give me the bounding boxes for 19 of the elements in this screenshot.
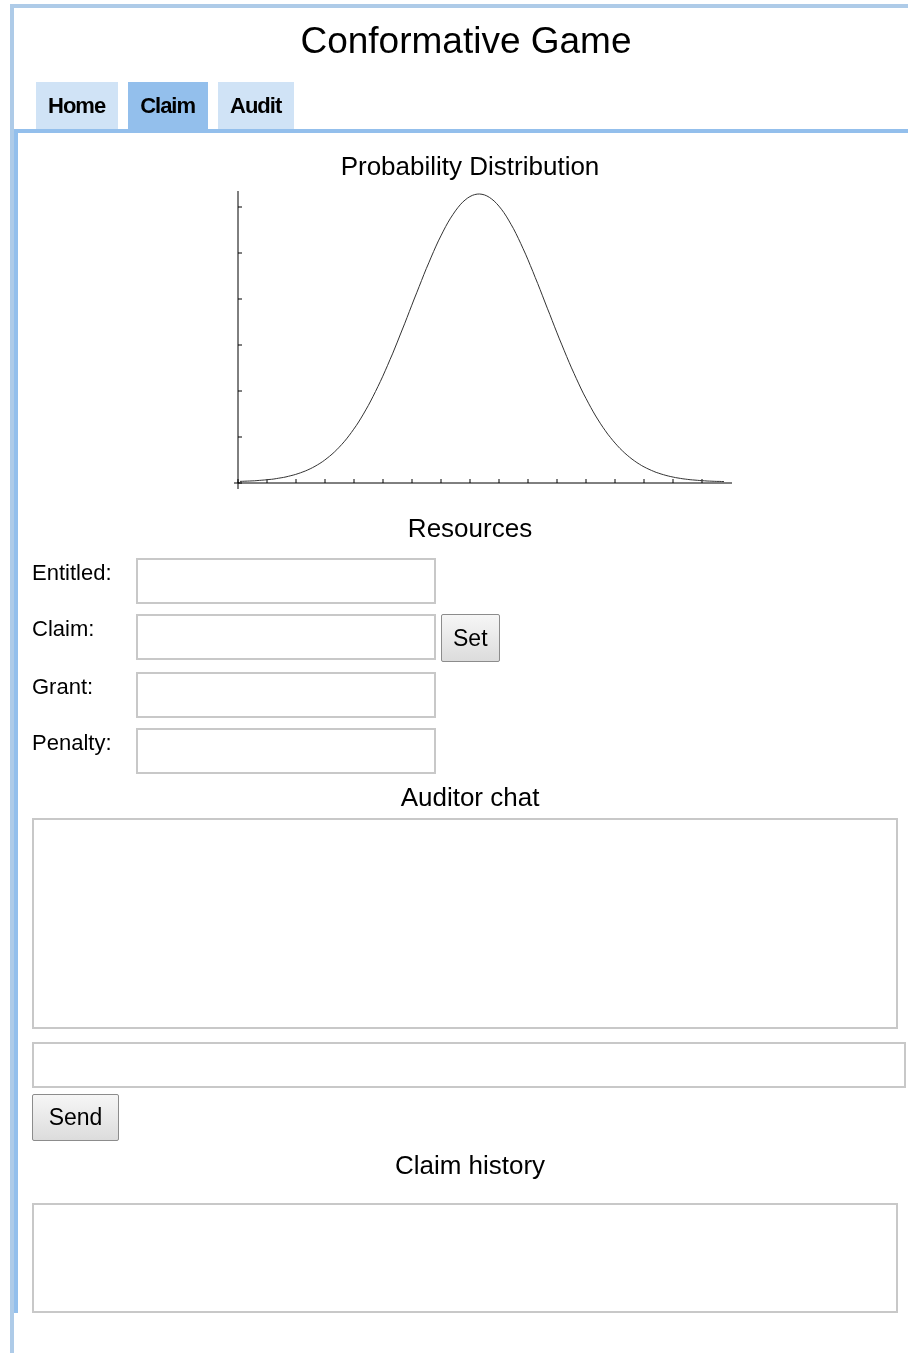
input-field[interactable]: [136, 614, 436, 660]
app-title: Conformative Game: [299, 19, 633, 63]
set-button[interactable]: Set: [441, 614, 500, 662]
section-title: Auditor chat: [399, 781, 541, 814]
field-label: Grant:: [32, 673, 95, 700]
tab[interactable]: Home: [36, 82, 119, 129]
section-title: Claim history: [393, 1149, 547, 1182]
message-field[interactable]: [32, 1042, 906, 1088]
field-label: Penalty:: [32, 729, 113, 756]
send-button[interactable]: Send: [32, 1094, 119, 1141]
input-field[interactable]: [136, 728, 436, 774]
field-label: Entitled:: [32, 559, 113, 586]
field-label: Claim:: [32, 615, 96, 642]
input-field[interactable]: [136, 672, 436, 718]
section-title: Resources: [406, 512, 534, 545]
tab[interactable]: Claim: [128, 82, 209, 129]
chart-title: Probability Distribution: [339, 150, 601, 183]
tab[interactable]: Audit: [218, 82, 295, 129]
input-field[interactable]: [136, 558, 436, 604]
